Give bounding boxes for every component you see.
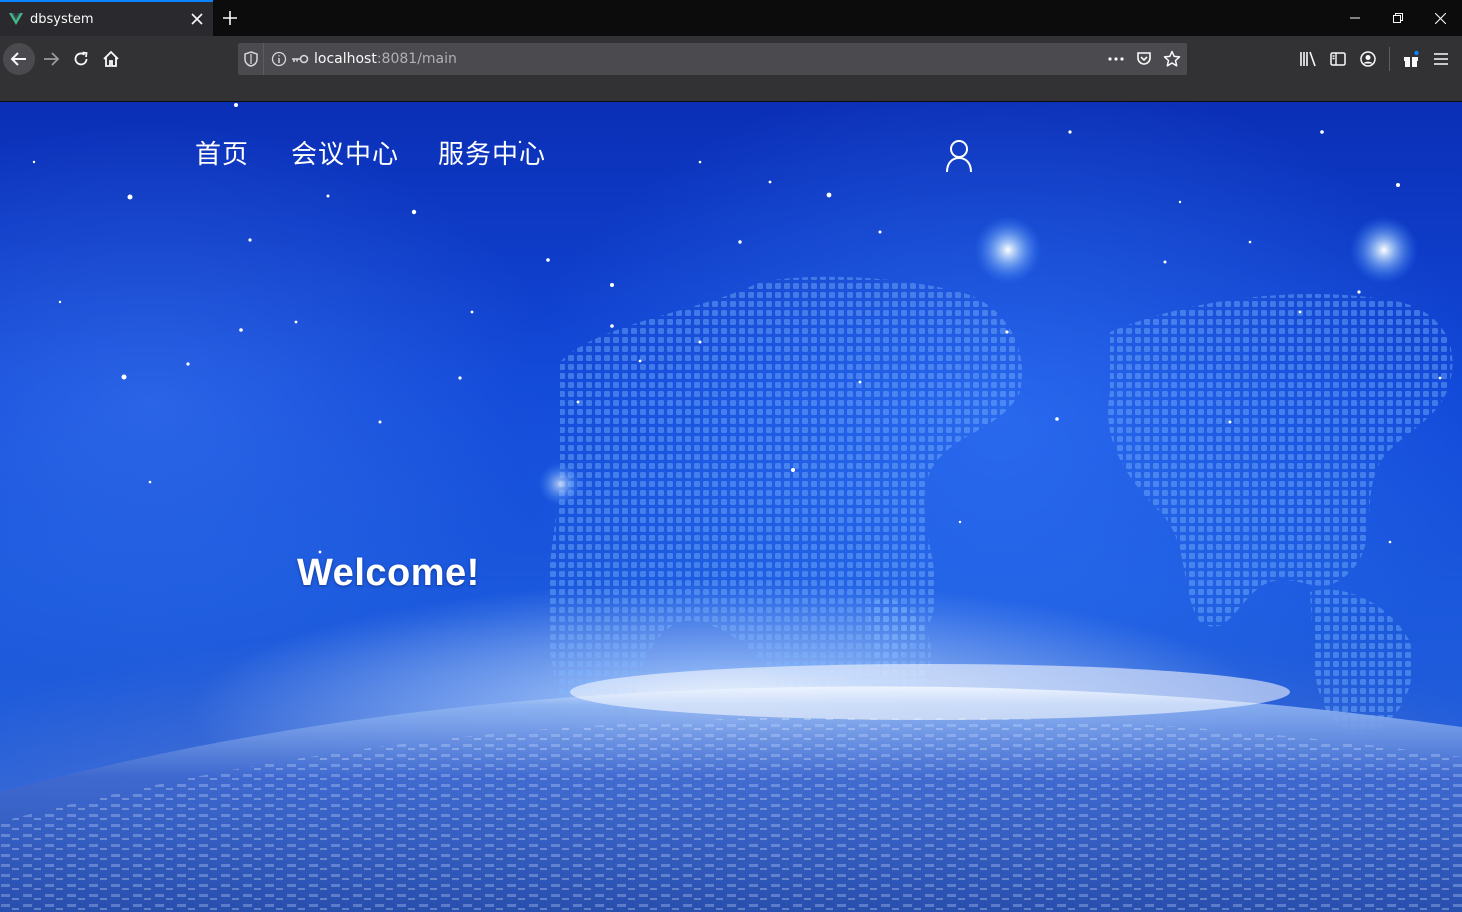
lens-flare [538, 462, 582, 506]
url-path: :8081/main [376, 51, 457, 67]
title-bar: dbsystem [0, 0, 1462, 36]
restore-icon[interactable] [1376, 0, 1419, 36]
welcome-heading: Welcome! [297, 552, 480, 594]
close-window-icon[interactable] [1419, 0, 1462, 36]
extensions-icon[interactable] [1396, 43, 1426, 75]
key-icon[interactable] [290, 43, 310, 75]
sidebar-icon[interactable] [1323, 43, 1353, 75]
nav-meeting-center[interactable]: 会议中心 [291, 134, 399, 171]
tab-title: dbsystem [30, 11, 94, 27]
vue-logo-icon [8, 11, 24, 27]
site-info-icon[interactable] [268, 43, 290, 75]
toolbar-right [1293, 43, 1456, 75]
forward-button[interactable] [35, 43, 67, 75]
page-actions-menu-icon[interactable] [1105, 48, 1127, 70]
nav-home[interactable]: 首页 [195, 134, 249, 171]
lens-flare [974, 216, 1042, 284]
toolbar-bottom-strip [0, 82, 1462, 102]
new-tab-button[interactable] [218, 6, 242, 30]
toolbar-separator [1389, 47, 1390, 71]
browser-tab[interactable]: dbsystem [0, 0, 213, 36]
address-bar[interactable]: localhost:8081/main [238, 43, 1187, 75]
home-button[interactable] [95, 43, 127, 75]
tracking-shield-icon[interactable] [238, 43, 264, 75]
back-button[interactable] [3, 43, 35, 75]
library-icon[interactable] [1293, 43, 1323, 75]
url-host: localhost [314, 51, 377, 67]
lens-flare [1350, 216, 1418, 284]
page-viewport: 首页 会议中心 服务中心 Welcome! [0, 102, 1462, 912]
nav-service-center[interactable]: 服务中心 [438, 134, 546, 171]
bookmark-star-icon[interactable] [1161, 48, 1183, 70]
horizon-glow [570, 664, 1290, 720]
user-profile-icon[interactable] [944, 138, 974, 174]
space-earth-background [0, 103, 1462, 912]
reload-button[interactable] [65, 43, 97, 75]
account-icon[interactable] [1353, 43, 1383, 75]
pocket-icon[interactable] [1133, 48, 1155, 70]
window-controls [1333, 0, 1462, 36]
close-tab-icon[interactable] [189, 11, 205, 27]
hamburger-menu-icon[interactable] [1426, 43, 1456, 75]
url-actions [1105, 43, 1183, 75]
minimize-icon[interactable] [1333, 0, 1376, 36]
url-text[interactable]: localhost:8081/main [314, 51, 457, 67]
